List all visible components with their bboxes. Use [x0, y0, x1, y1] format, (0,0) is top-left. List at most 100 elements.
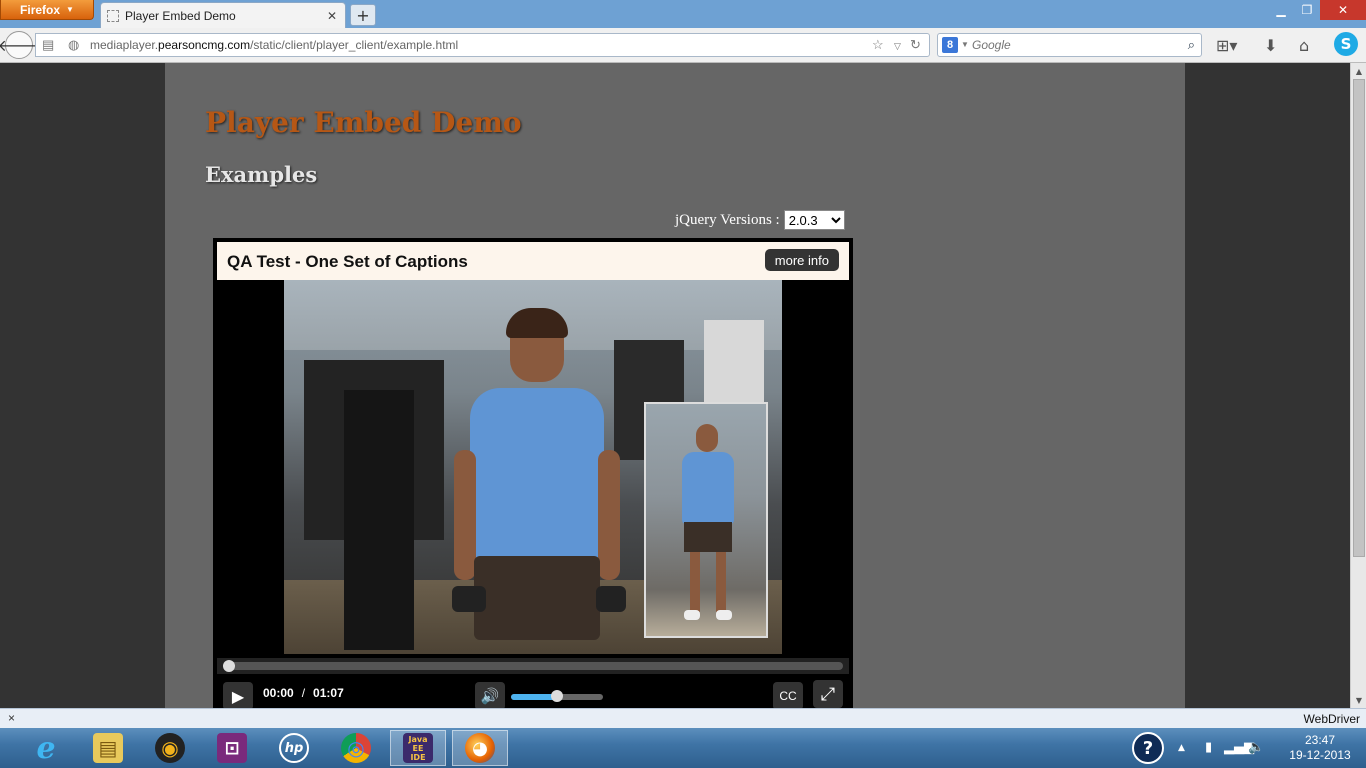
- navigation-toolbar: 🡐 ▤ ◍ mediaplayer.pearsoncmg.com/static/…: [0, 28, 1366, 63]
- bookmark-star-icon[interactable]: ☆: [872, 37, 884, 53]
- person-arm-left: [454, 450, 476, 580]
- plus-icon: +: [356, 5, 370, 25]
- globe-icon: ◍: [68, 37, 80, 52]
- new-tab-button[interactable]: +: [350, 4, 376, 26]
- search-icon[interactable]: ⌕: [1188, 37, 1195, 53]
- page-viewport: Player Embed Demo Examples jQuery Versio…: [0, 63, 1350, 708]
- volume-handle[interactable]: [551, 690, 563, 702]
- taskbar-internet-explorer[interactable]: e: [18, 730, 74, 766]
- internet-explorer-icon: e: [36, 730, 56, 766]
- scrollbar-thumb[interactable]: [1353, 79, 1365, 557]
- window-controls: ▁ ❐ ✕: [1268, 0, 1366, 20]
- inset-person-shorts: [684, 522, 732, 552]
- help-icon[interactable]: ?: [1132, 732, 1164, 764]
- taskbar-file-explorer[interactable]: ▤: [80, 730, 136, 766]
- skype-icon[interactable]: S: [1334, 32, 1358, 56]
- more-info-button[interactable]: more info: [764, 249, 839, 271]
- minimize-button[interactable]: ▁: [1268, 0, 1294, 20]
- url-text: mediaplayer.pearsoncmg.com/static/client…: [90, 38, 458, 52]
- progress-bar[interactable]: [217, 658, 849, 674]
- back-button[interactable]: 🡐: [0, 31, 40, 59]
- close-window-button[interactable]: ✕: [1320, 0, 1366, 20]
- inset-person-head: [696, 424, 718, 452]
- gym-machine: [344, 390, 414, 650]
- reload-icon[interactable]: ↻: [910, 37, 921, 53]
- eclipse-icon: Java EE IDE: [403, 733, 433, 763]
- download-icon[interactable]: ⬇: [1264, 36, 1277, 55]
- taskbar-media-player[interactable]: ◉: [142, 730, 198, 766]
- page-icon: [107, 9, 119, 22]
- search-bar[interactable]: 8 ▼ ⌕: [937, 33, 1202, 57]
- closed-captions-button[interactable]: CC: [773, 682, 803, 708]
- search-input[interactable]: [972, 37, 1172, 53]
- picture-in-picture-inset: [644, 402, 768, 638]
- fullscreen-icon: ⤢: [820, 683, 836, 705]
- show-hidden-icons-icon[interactable]: ▲: [1178, 743, 1185, 753]
- volume-icon[interactable]: 🔈: [1248, 740, 1264, 755]
- progress-track[interactable]: [223, 662, 843, 670]
- system-clock[interactable]: 23:47 19-12-2013: [1280, 733, 1360, 763]
- chevron-down-icon: ▼: [66, 5, 74, 14]
- firefox-menu-button[interactable]: Firefox ▼: [0, 0, 94, 20]
- window-titlebar: Firefox ▼ Player Embed Demo ✕ + ▁ ❐ ✕: [0, 0, 1366, 28]
- windows-taskbar: e ▤ ◉ ⊡ hp ◎ Java EE IDE ◕ ? ▲ ▮ ▂▄▆ 🔈 2…: [0, 728, 1366, 768]
- play-icon: ▶: [231, 686, 245, 706]
- vertical-scrollbar[interactable]: ▲ ▼: [1350, 63, 1366, 708]
- scroll-up-arrow-icon[interactable]: ▲: [1351, 63, 1366, 79]
- inset-person-leg: [716, 552, 726, 612]
- taskbar-chrome[interactable]: ◎: [328, 730, 384, 766]
- dumbbell: [596, 586, 626, 612]
- video-frame[interactable]: [284, 280, 782, 654]
- media-player-icon: ◉: [155, 733, 185, 763]
- jquery-version-select[interactable]: 2.0.3: [783, 210, 845, 230]
- tab-title: Player Embed Demo: [125, 8, 236, 23]
- bookmarks-icon[interactable]: ⊞▾: [1216, 36, 1237, 55]
- taskbar-firefox[interactable]: ◕: [452, 730, 508, 766]
- battery-icon[interactable]: ▮: [1205, 740, 1212, 755]
- inset-shoe: [684, 610, 700, 620]
- close-icon[interactable]: ×: [8, 711, 15, 725]
- url-domain: pearsoncmg.com: [158, 38, 251, 52]
- tab-close-icon[interactable]: ✕: [327, 9, 337, 23]
- section-heading: Examples: [205, 162, 318, 187]
- current-time: 00:00: [263, 686, 294, 700]
- fullscreen-button[interactable]: ⤢: [813, 680, 843, 708]
- google-icon[interactable]: 8: [942, 37, 958, 53]
- chevron-down-icon[interactable]: ▼: [961, 40, 969, 49]
- time-display: 00:00 / 01:07: [263, 686, 344, 700]
- history-icon[interactable]: ▤: [42, 37, 54, 53]
- url-bar[interactable]: ▤ ◍ mediaplayer.pearsoncmg.com/static/cl…: [35, 33, 930, 57]
- scroll-down-arrow-icon[interactable]: ▼: [1351, 692, 1366, 708]
- jquery-version-row: jQuery Versions : 2.0.3: [675, 210, 845, 230]
- taskbar-hp[interactable]: hp: [266, 730, 322, 766]
- inset-person-shirt: [682, 452, 734, 524]
- video-player: QA Test - One Set of Captions more info: [213, 238, 853, 708]
- dropdown-icon[interactable]: ▽: [894, 41, 901, 52]
- jquery-versions-label: jQuery Versions :: [675, 211, 780, 228]
- url-path: /static/client/player_client/example.htm…: [250, 38, 459, 52]
- taskbar-network-app[interactable]: ⊡: [204, 730, 260, 766]
- volume-button[interactable]: 🔊: [475, 682, 505, 708]
- video-title: QA Test - One Set of Captions: [227, 252, 468, 271]
- clock-time: 23:47: [1304, 733, 1336, 747]
- gym-machine: [704, 320, 764, 410]
- play-button[interactable]: ▶: [223, 682, 253, 708]
- person-arm-right: [598, 450, 620, 580]
- player-controls: ▶ 00:00 / 01:07 🔊 CC ⤢: [217, 674, 849, 708]
- person-shirt: [470, 388, 604, 568]
- chrome-icon: ◎: [341, 733, 371, 763]
- network-app-icon: ⊡: [217, 733, 247, 763]
- player-header: QA Test - One Set of Captions more info: [217, 242, 849, 280]
- tab-player-embed-demo[interactable]: Player Embed Demo ✕: [100, 2, 346, 28]
- home-icon[interactable]: ⌂: [1299, 36, 1309, 55]
- progress-handle[interactable]: [223, 660, 235, 672]
- page-content: Player Embed Demo Examples jQuery Versio…: [165, 63, 1185, 708]
- speaker-icon: 🔊: [480, 687, 500, 705]
- restore-button[interactable]: ❐: [1294, 0, 1320, 20]
- taskbar-java-ee-ide[interactable]: Java EE IDE: [390, 730, 446, 766]
- person-shorts: [474, 556, 600, 640]
- duration: 01:07: [313, 686, 344, 700]
- firefox-menu-label: Firefox: [20, 2, 61, 17]
- hp-icon: hp: [279, 733, 309, 763]
- url-subdomain: mediaplayer.: [90, 38, 159, 52]
